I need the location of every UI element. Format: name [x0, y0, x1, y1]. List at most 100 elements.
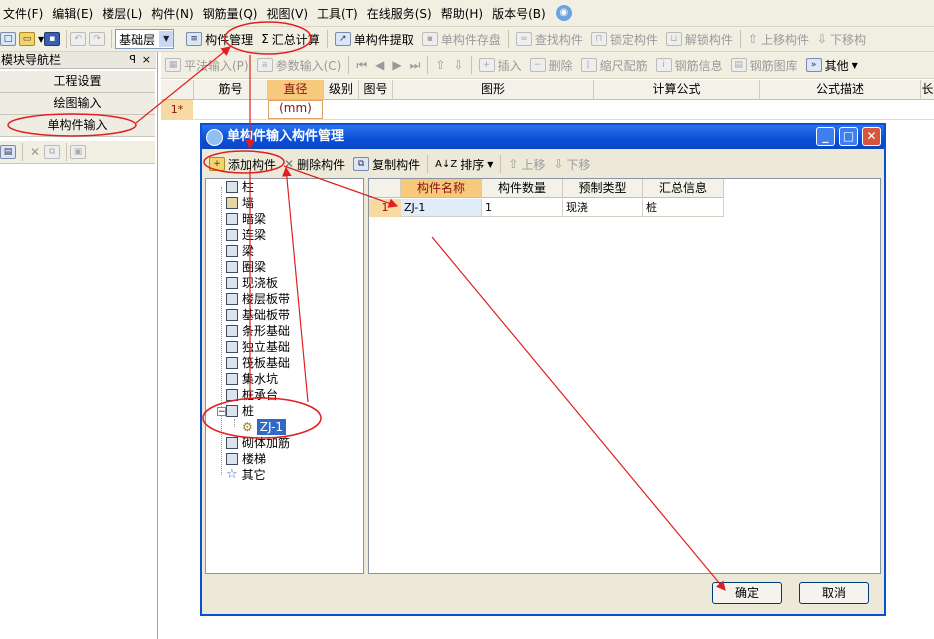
grid-col-figure-no[interactable]: 图号 — [359, 80, 393, 99]
menu-floor[interactable]: 楼层(L) — [99, 5, 148, 22]
other-menu-button[interactable]: » 其他 ▼ — [802, 55, 862, 75]
nav-item-drawing-input[interactable]: 绘图输入 — [0, 93, 155, 115]
rebar-lib-button[interactable]: ▤ 钢筋图库 — [727, 55, 802, 75]
floor-select[interactable]: 基础层 ▼ — [115, 29, 175, 49]
flat-input-button[interactable]: ▦ 平法输入(P) — [161, 55, 253, 75]
tree-item-hidden-beam[interactable]: 暗梁 — [226, 211, 266, 227]
scale-rebar-button[interactable]: ⌊ 缩尺配筋 — [577, 55, 652, 75]
insert-button[interactable]: + 插入 — [475, 55, 526, 75]
list-cell-qty[interactable]: 1 — [482, 199, 563, 217]
nav-item-single-input[interactable]: 单构件输入 — [0, 115, 155, 137]
prev-button[interactable]: ◀ — [371, 55, 388, 75]
param-input-button[interactable]: a 参数输入(C) — [253, 55, 346, 75]
chevron-down-icon[interactable]: ▼ — [159, 31, 174, 47]
grid-col-formula[interactable]: 计算公式 — [594, 80, 760, 99]
list-cell-summary[interactable]: 桩 — [643, 199, 724, 217]
tree-item-wall[interactable]: 墙 — [226, 195, 254, 211]
list-col-name[interactable]: 构件名称 — [401, 179, 482, 198]
move-up-button[interactable]: ⇧ 上移构件 — [744, 29, 813, 49]
close-icon[interactable]: ✕ — [862, 127, 881, 146]
properties-icon[interactable]: ▤ — [0, 145, 16, 159]
list-col-qty[interactable]: 构件数量 — [482, 179, 563, 198]
dialog-title-bar[interactable]: 单构件输入构件管理 _ □ ✕ — [202, 125, 884, 149]
close-icon[interactable]: × — [142, 52, 151, 68]
tree-item-floor-strip[interactable]: 楼层板带 — [226, 291, 290, 307]
rebar-info-button[interactable]: i 钢筋信息 — [652, 55, 727, 75]
maximize-icon[interactable]: □ — [839, 127, 858, 146]
delete-icon[interactable]: ✕ — [26, 142, 44, 162]
move-down-button[interactable]: ⇩ 下移构 — [813, 29, 870, 49]
tree-item-pile-cap[interactable]: 桩承台 — [226, 387, 278, 403]
move-up-component-button[interactable]: ⇧ 上移 — [504, 154, 549, 174]
summary-calc-button[interactable]: Σ 汇总计算 — [257, 29, 324, 49]
pin-icon[interactable]: ꟼ — [129, 52, 136, 68]
find-button[interactable]: ∞ 查找构件 — [512, 29, 587, 49]
menu-rebar[interactable]: 钢筋量(Q) — [200, 5, 264, 22]
last-button[interactable]: ⏭ — [406, 55, 425, 75]
list-col-type[interactable]: 预制类型 — [563, 179, 643, 198]
save-disk-button[interactable]: ▪ 单构件存盘 — [418, 29, 505, 49]
tree-item-isolated-foundation[interactable]: 独立基础 — [226, 339, 290, 355]
menu-online[interactable]: 在线服务(S) — [364, 5, 438, 22]
grid-col-shape[interactable]: 图形 — [393, 80, 594, 99]
tree-item-strip-foundation[interactable]: 条形基础 — [226, 323, 290, 339]
tree-item-other[interactable]: ☆ 其它 — [226, 467, 266, 483]
row-down-button[interactable]: ⇩ — [450, 55, 468, 75]
list-cell-name[interactable]: ZJ-1 — [401, 199, 482, 217]
list-cell-type[interactable]: 现浇 — [563, 199, 643, 217]
minimize-icon[interactable]: _ — [816, 127, 835, 146]
save-icon[interactable]: ▪ — [44, 32, 61, 46]
tree-item-stairs[interactable]: 楼梯 — [226, 451, 266, 467]
open-folder-icon[interactable]: ▭ — [19, 32, 35, 46]
extract-button[interactable]: ↗ 单构件提取 — [331, 29, 418, 49]
component-manage-button[interactable]: ≡ 构件管理 — [182, 29, 257, 49]
nav-item-project-settings[interactable]: 工程设置 — [0, 71, 155, 93]
list-col-summary[interactable]: 汇总信息 — [643, 179, 724, 198]
cancel-button[interactable]: 取消 — [799, 582, 869, 604]
grid-col-diameter[interactable]: 直径(mm) — [268, 80, 324, 115]
lock-button[interactable]: ⊓ 锁定构件 — [587, 29, 662, 49]
sort-button[interactable]: A↓Z 排序 ▼ — [431, 154, 497, 174]
grid-col-bar-no[interactable]: 筋号 — [194, 80, 268, 99]
menu-edit[interactable]: 编辑(E) — [49, 5, 99, 22]
redo-icon[interactable]: ↷ — [89, 32, 106, 46]
tree-item-column[interactable]: 柱 — [226, 179, 254, 195]
menu-tools[interactable]: 工具(T) — [314, 5, 364, 22]
delete-component-button[interactable]: ✕ 删除构件 — [280, 154, 349, 174]
menu-version[interactable]: 版本号(B) — [489, 5, 552, 22]
tree-item-foundation-strip[interactable]: 基础板带 — [226, 307, 290, 323]
tree-item-cast-slab[interactable]: 现浇板 — [226, 275, 278, 291]
ok-button[interactable]: 确定 — [712, 582, 782, 604]
paste-icon[interactable]: ▣ — [70, 145, 87, 159]
tree-item-masonry-rebar[interactable]: 砌体加筋 — [226, 435, 290, 451]
menu-component[interactable]: 构件(N) — [148, 5, 199, 22]
undo-icon[interactable]: ↶ — [70, 32, 87, 46]
tree-item-sump-pit[interactable]: 集水坑 — [226, 371, 278, 387]
menu-help[interactable]: 帮助(H) — [438, 5, 489, 22]
delete-row-button[interactable]: − 删除 — [526, 55, 577, 75]
menu-view[interactable]: 视图(V) — [263, 5, 314, 22]
tree-item-coupling-beam[interactable]: 连梁 — [226, 227, 266, 243]
dialog-app-icon — [206, 129, 223, 146]
tree-item-beam[interactable]: 梁 — [226, 243, 254, 259]
table-row[interactable]: 1* — [161, 100, 934, 120]
next-button[interactable]: ▶ — [388, 55, 405, 75]
unlock-button[interactable]: ⊔ 解锁构件 — [662, 29, 737, 49]
collapse-icon[interactable]: − — [217, 407, 226, 417]
row-up-button[interactable]: ⇧ — [431, 55, 449, 75]
menu-file[interactable]: 文件(F) — [0, 5, 49, 22]
grid-col-description[interactable]: 公式描述 — [760, 80, 921, 99]
tree-item-zj1[interactable]: ⚙ ZJ-1 — [242, 419, 287, 435]
move-down-component-button[interactable]: ⇩ 下移 — [549, 154, 594, 174]
grid-col-grade[interactable]: 级别 — [324, 80, 359, 99]
copy-component-button[interactable]: ⧉ 复制构件 — [349, 154, 424, 174]
grid-col-length[interactable]: 长 — [921, 80, 934, 99]
first-button[interactable]: ⏮ — [352, 55, 371, 75]
copy-icon[interactable]: ⧉ — [44, 145, 61, 159]
grid-cell-diameter[interactable] — [268, 100, 323, 119]
tree-item-raft-foundation[interactable]: 筏板基础 — [226, 355, 290, 371]
add-component-button[interactable]: + 添加构件 — [205, 154, 280, 174]
tree-item-pile[interactable]: 桩 — [226, 403, 254, 419]
tree-item-ring-beam[interactable]: 圈梁 — [226, 259, 266, 275]
new-file-icon[interactable]: □ — [0, 32, 16, 46]
